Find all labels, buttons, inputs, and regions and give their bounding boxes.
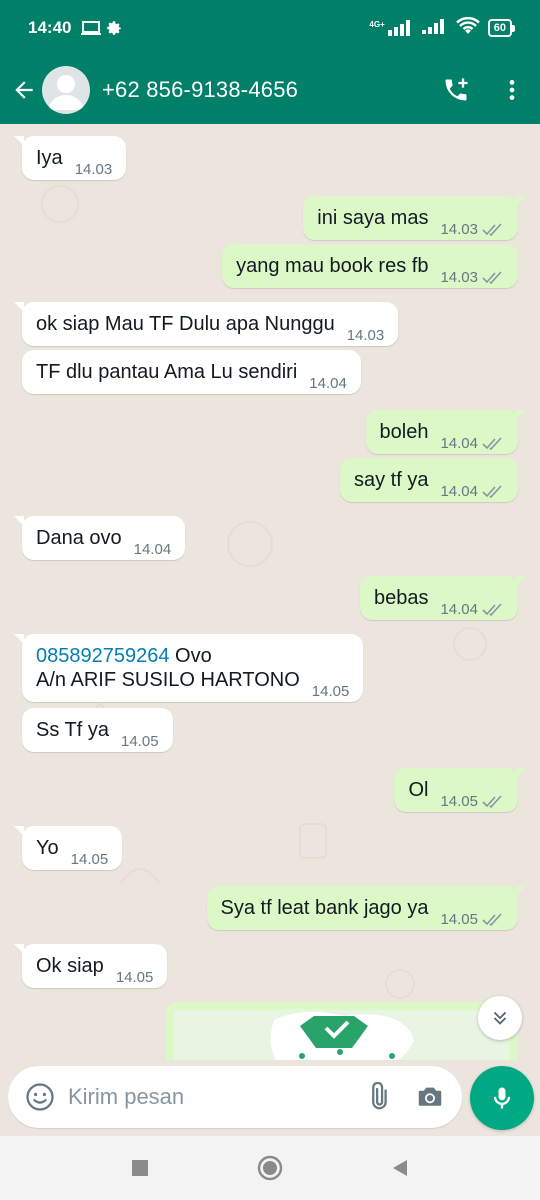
- message-time: 14.04: [133, 541, 172, 558]
- message-text: Yo: [36, 837, 59, 859]
- message-input-box: [8, 1066, 462, 1128]
- signal-4g-icon: 4G+: [369, 20, 413, 36]
- header-actions: [428, 62, 540, 118]
- image-message[interactable]: [166, 1002, 518, 1060]
- voice-record-button[interactable]: [470, 1066, 534, 1130]
- message-time: 14.05: [70, 851, 109, 868]
- attach-button[interactable]: [356, 1075, 400, 1119]
- status-time: 14:40: [28, 18, 72, 37]
- message-text: Ol: [408, 779, 429, 801]
- back-arrow-icon: [15, 81, 33, 99]
- camera-button[interactable]: [408, 1075, 452, 1119]
- message-text: Dana ovo: [36, 527, 122, 549]
- message-text: Ok siap: [36, 955, 104, 977]
- message-time: 14.04: [440, 601, 478, 618]
- message-time: 14.03: [346, 327, 385, 344]
- chevron-double-down-icon: [493, 1011, 507, 1025]
- message-input[interactable]: [68, 1084, 356, 1110]
- image-thumbnail: [174, 1010, 510, 1060]
- double-check-icon: [482, 794, 504, 809]
- battery-icon: 60: [487, 19, 516, 37]
- message-time: 14.04: [440, 483, 478, 500]
- status-icons: 4G+ 60: [369, 16, 516, 40]
- message-text: say tf ya: [353, 469, 429, 491]
- message-incoming[interactable]: TF dlu pantau Ama Lu sendiri 14.04: [22, 350, 361, 394]
- signal-icon: [421, 18, 448, 39]
- message-incoming[interactable]: Ok siap 14.05: [13, 944, 168, 988]
- message-outgoing[interactable]: boleh 14.04: [365, 410, 527, 454]
- message-text: ok siap Mau TF Dulu apa Nunggu: [36, 313, 335, 335]
- message-time: 14.05: [440, 911, 478, 928]
- chat-header: +62 856-9138-4656: [0, 56, 540, 124]
- compose-bar: [0, 1060, 540, 1136]
- message-text: TF dlu pantau Ama Lu sendiri: [36, 361, 298, 383]
- screen-icon: [81, 20, 102, 36]
- double-check-icon: [482, 484, 504, 499]
- nav-back-button[interactable]: [380, 1148, 420, 1188]
- message-outgoing[interactable]: bebas 14.04: [359, 576, 527, 620]
- message-outgoing[interactable]: yang mau book res fb 14.03: [222, 244, 518, 288]
- status-bar: 14:40 4G+ 60: [0, 0, 540, 56]
- message-outgoing[interactable]: say tf ya 14.04: [339, 458, 518, 502]
- message-time: 14.05: [311, 683, 350, 700]
- attach-icon: [372, 1082, 387, 1110]
- message-incoming[interactable]: Iya 14.03: [13, 136, 127, 180]
- message-time: 14.05: [115, 969, 154, 986]
- nav-recents-button[interactable]: [120, 1148, 160, 1188]
- message-incoming[interactable]: ok siap Mau TF Dulu apa Nunggu 14.03: [13, 302, 399, 346]
- emoji-icon: [26, 1083, 54, 1111]
- double-check-icon: [482, 270, 504, 285]
- message-time: 14.03: [440, 269, 478, 286]
- double-check-icon: [482, 222, 504, 237]
- double-check-icon: [482, 436, 504, 451]
- add-call-button[interactable]: [428, 62, 484, 118]
- avatar[interactable]: [42, 66, 90, 114]
- network-label: 4G+: [369, 20, 385, 29]
- chat-area[interactable]: Iya 14.03 ini saya mas 14.03 yang mau book…: [0, 124, 540, 1060]
- message-text: Ss Tf ya: [36, 719, 109, 741]
- nav-home-icon: [257, 1155, 283, 1181]
- mic-icon: [493, 1087, 511, 1109]
- scroll-to-bottom-button[interactable]: [478, 996, 522, 1040]
- message-time: 14.04: [440, 435, 478, 452]
- contact-name[interactable]: +62 856-9138-4656: [102, 77, 298, 103]
- more-vert-icon: [509, 80, 515, 100]
- message-time: 14.05: [440, 793, 478, 810]
- nav-recents-icon: [132, 1160, 148, 1176]
- message-text: boleh: [379, 421, 429, 443]
- message-incoming[interactable]: Dana ovo 14.04: [13, 516, 186, 560]
- more-options-button[interactable]: [484, 62, 540, 118]
- message-text: Iya: [36, 147, 63, 169]
- message-time: 14.03: [440, 221, 478, 238]
- emoji-button[interactable]: [20, 1077, 60, 1117]
- add-call-icon: [445, 78, 468, 101]
- double-check-icon: [482, 602, 504, 617]
- message-incoming[interactable]: 085892759264 Ovo A/n ARIF SUSILO HARTONO…: [13, 634, 364, 702]
- message-text: yang mau book res fb: [236, 255, 429, 277]
- message-outgoing[interactable]: ini saya mas 14.03: [303, 196, 526, 240]
- double-check-icon: [482, 912, 504, 927]
- nav-home-button[interactable]: [250, 1148, 290, 1188]
- settings-gear-icon: [105, 19, 123, 37]
- message-incoming[interactable]: Ss Tf ya 14.05: [22, 708, 173, 752]
- message-text: bebas: [373, 587, 429, 609]
- avatar-placeholder-icon: [48, 75, 84, 110]
- message-text: ini saya mas: [317, 207, 429, 229]
- system-nav-bar: [0, 1136, 540, 1200]
- message-time: 14.03: [74, 161, 113, 178]
- message-text: Sya tf leat bank jago ya: [220, 897, 429, 919]
- message-time: 14.04: [309, 375, 347, 392]
- message-outgoing[interactable]: Sya tf leat bank jago ya 14.05: [206, 886, 527, 930]
- wifi-icon: [455, 16, 480, 40]
- message-incoming[interactable]: Yo 14.05: [13, 826, 123, 870]
- phone-number-link[interactable]: 085892759264: [36, 645, 169, 667]
- message-outgoing[interactable]: Ol 14.05: [394, 768, 526, 812]
- back-button[interactable]: [6, 68, 42, 112]
- message-time: 14.05: [121, 733, 159, 750]
- camera-icon: [418, 1087, 442, 1106]
- message-text-line2: A/n ARIF SUSILO HARTONO: [36, 669, 300, 691]
- nav-back-icon: [393, 1160, 407, 1176]
- message-text: Ovo: [169, 645, 212, 667]
